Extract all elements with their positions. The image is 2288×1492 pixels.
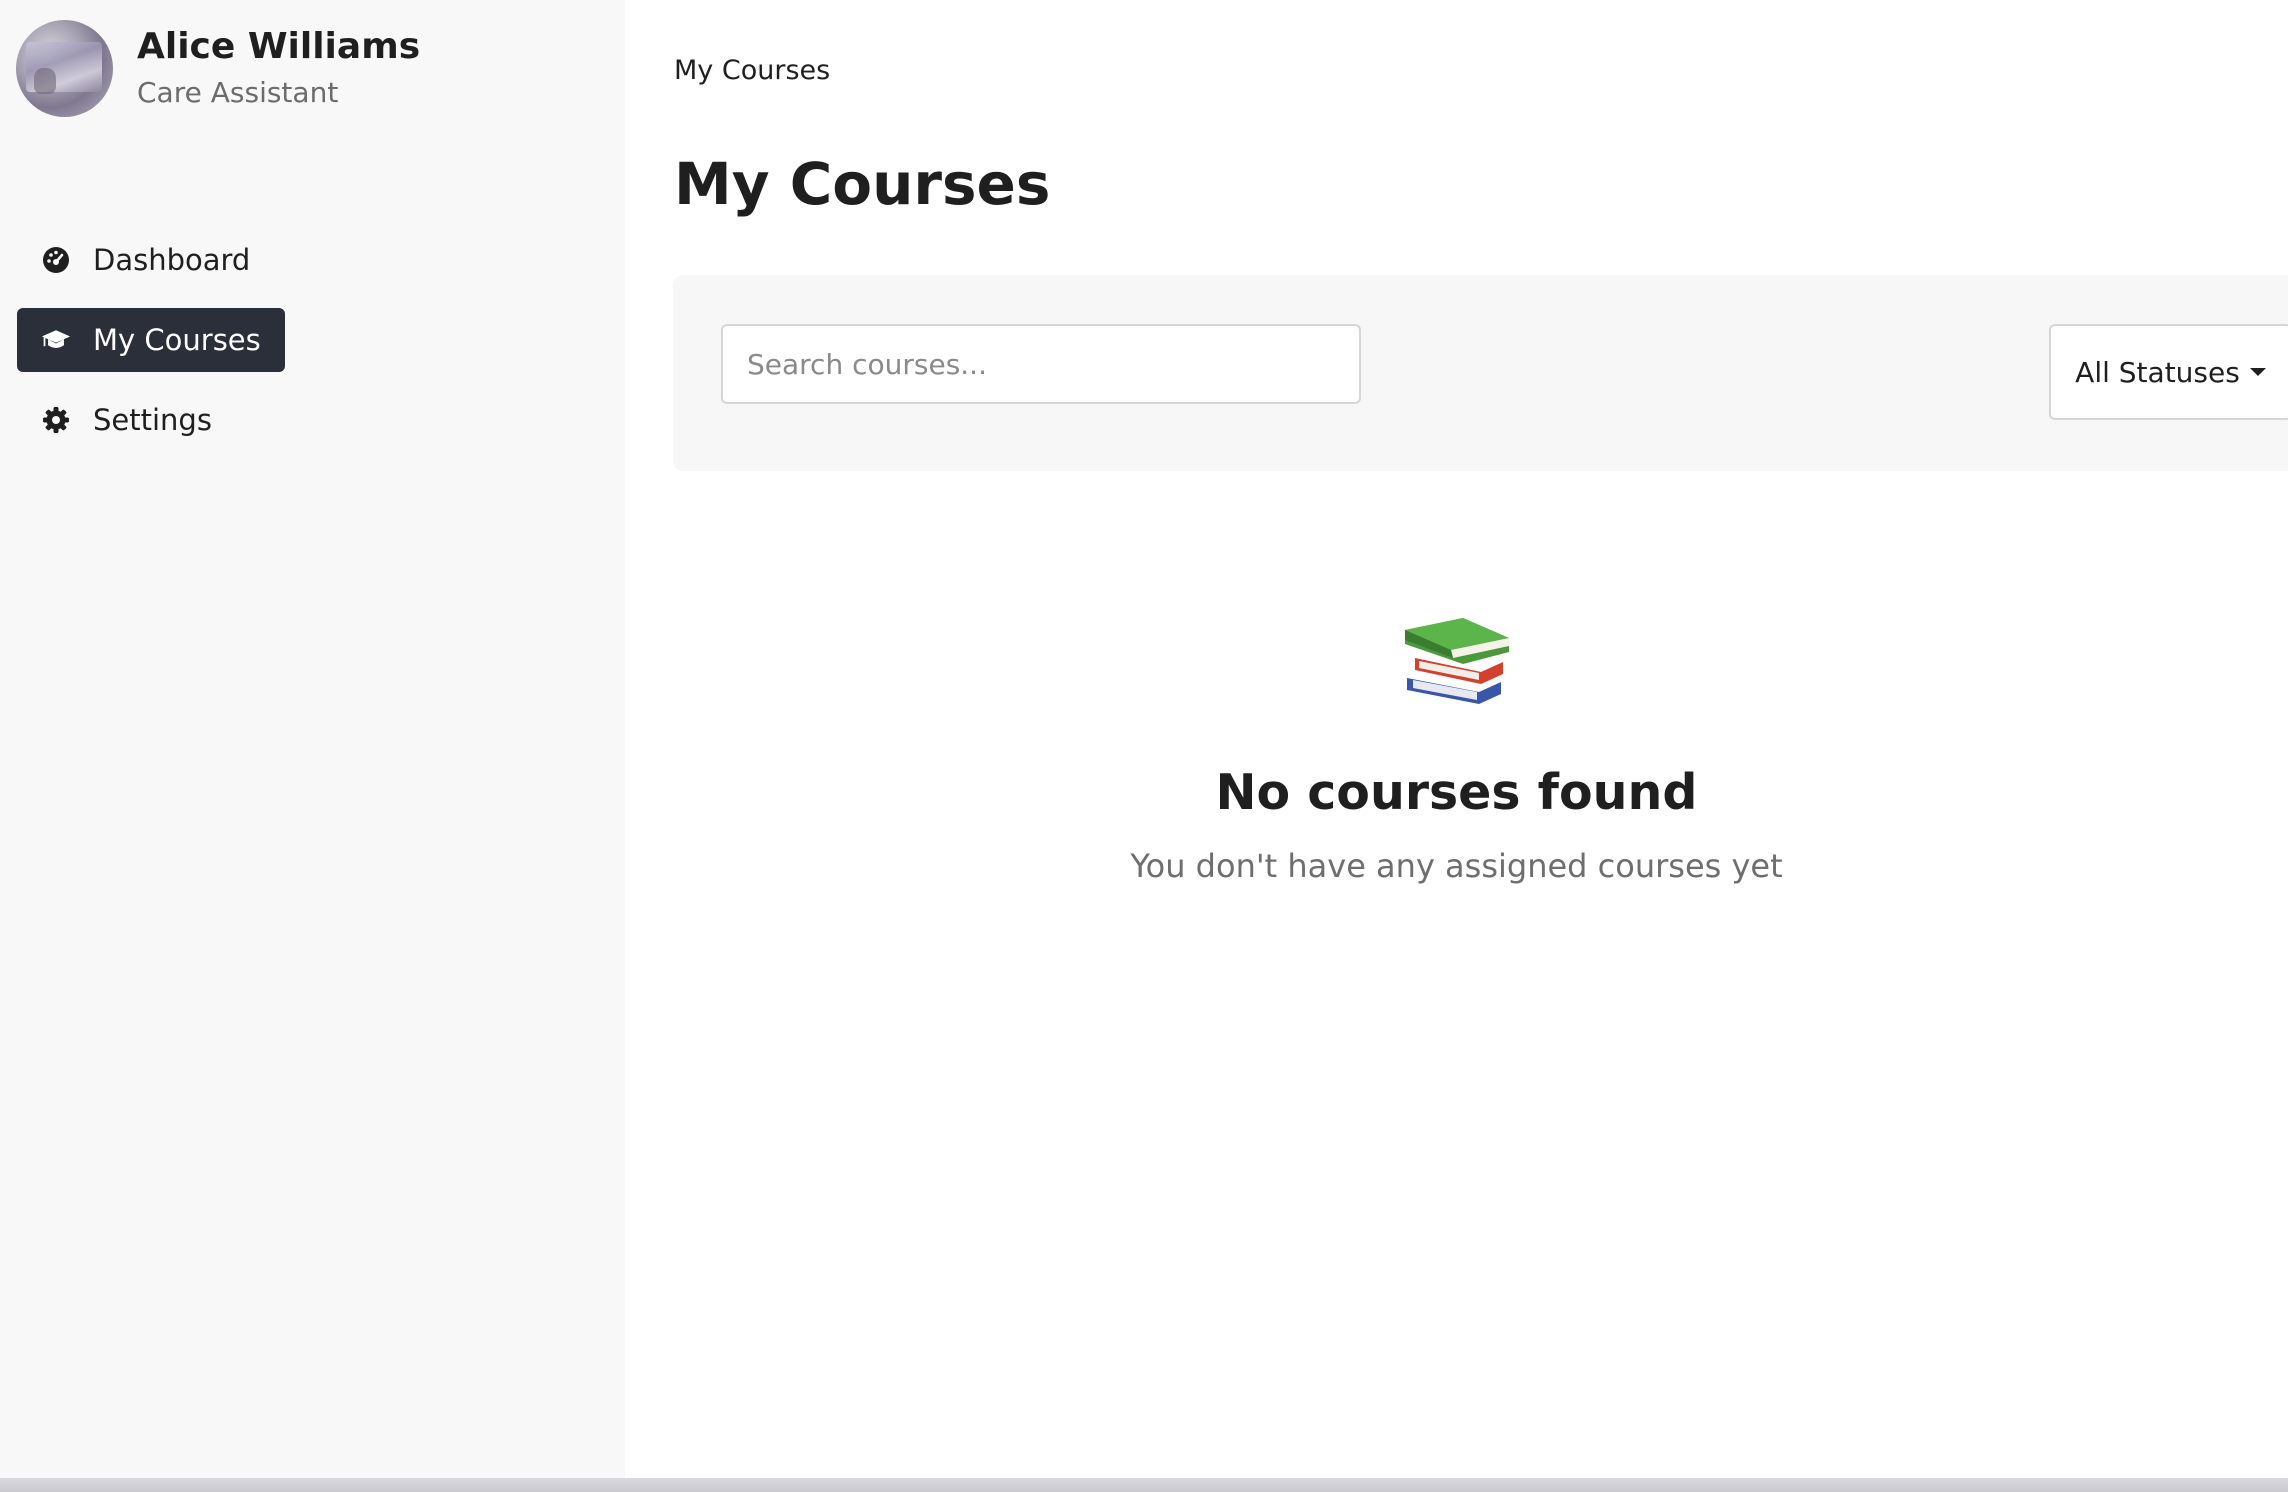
user-name: Alice Williams bbox=[137, 25, 421, 67]
profile-text: Alice Williams Care Assistant bbox=[137, 25, 420, 113]
sidebar-item-dashboard[interactable]: Dashboard bbox=[17, 228, 274, 292]
main-content: My Courses My Courses All Statuses bbox=[625, 0, 2288, 1478]
app: Alice Williams Care Assistant Dashboard bbox=[0, 0, 2288, 1492]
sidebar-item-label: Settings bbox=[93, 403, 212, 437]
empty-state-subtitle: You don't have any assigned courses yet bbox=[1130, 847, 1783, 885]
sidebar-item-my-courses[interactable]: My Courses bbox=[17, 308, 285, 372]
graduation-cap-icon bbox=[41, 325, 71, 355]
sidebar-item-settings[interactable]: Settings bbox=[17, 388, 236, 452]
search-input[interactable] bbox=[721, 324, 1361, 404]
dashboard-icon bbox=[41, 245, 71, 275]
empty-state-title: No courses found bbox=[1215, 764, 1698, 821]
status-filter-dropdown[interactable]: All Statuses bbox=[2049, 324, 2288, 420]
page-title: My Courses bbox=[674, 150, 1051, 218]
sidebar-nav: Dashboard My Courses Settings bbox=[17, 228, 617, 468]
sidebar: Alice Williams Care Assistant Dashboard bbox=[0, 0, 625, 1478]
filter-bar: All Statuses bbox=[673, 275, 2288, 471]
user-role: Care Assistant bbox=[137, 75, 339, 109]
sidebar-item-label: Dashboard bbox=[93, 243, 251, 277]
user-profile: Alice Williams Care Assistant bbox=[16, 20, 420, 117]
gear-icon bbox=[41, 405, 71, 435]
caret-down-icon bbox=[2249, 368, 2266, 376]
window-bottom-bar bbox=[0, 1478, 2288, 1492]
avatar bbox=[16, 20, 113, 117]
books-icon bbox=[1404, 618, 1509, 704]
status-filter-label: All Statuses bbox=[2075, 355, 2240, 389]
sidebar-item-label: My Courses bbox=[93, 323, 261, 357]
empty-state: No courses found You don't have any assi… bbox=[625, 612, 2288, 885]
breadcrumb[interactable]: My Courses bbox=[674, 55, 830, 86]
